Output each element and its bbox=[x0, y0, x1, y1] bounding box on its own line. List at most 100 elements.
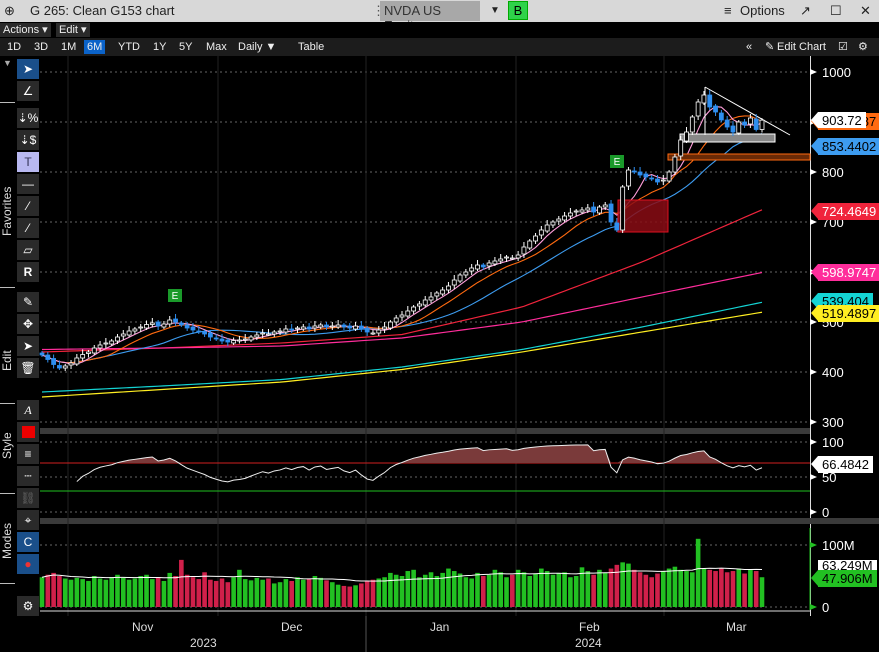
candle-body bbox=[126, 330, 132, 336]
candle-body bbox=[591, 206, 597, 213]
volume-bar bbox=[126, 579, 132, 607]
volume-tag: 47.906M bbox=[811, 570, 877, 587]
ma-pink-value: 598.9747 bbox=[822, 265, 877, 280]
candle bbox=[475, 260, 480, 271]
earnings-marker[interactable]: E bbox=[610, 155, 624, 168]
month-label: Dec bbox=[281, 620, 303, 634]
tick-marker bbox=[810, 369, 817, 375]
volume-bar bbox=[492, 569, 498, 607]
candle bbox=[527, 239, 533, 250]
candle bbox=[446, 282, 451, 293]
volume-bar bbox=[585, 571, 591, 607]
candle-body bbox=[358, 325, 364, 330]
rsi-tick-label: 0 bbox=[822, 505, 829, 520]
candle-body bbox=[149, 322, 155, 325]
candle-body bbox=[573, 210, 579, 213]
candle bbox=[126, 326, 132, 337]
candle-body bbox=[45, 354, 51, 360]
volume-bar bbox=[388, 572, 393, 607]
volume-bar bbox=[231, 577, 236, 607]
candle-body bbox=[608, 203, 614, 223]
volume-bar bbox=[80, 579, 85, 607]
candle-body bbox=[446, 285, 451, 291]
volume-bar bbox=[335, 584, 341, 607]
volume-bar bbox=[597, 569, 602, 607]
volume-bar bbox=[62, 578, 68, 607]
candle bbox=[672, 154, 678, 175]
candle-body bbox=[544, 224, 550, 232]
candle bbox=[370, 330, 376, 335]
candle-body bbox=[637, 171, 643, 176]
volume-bar bbox=[57, 576, 62, 607]
volume-bar bbox=[324, 580, 329, 607]
candle bbox=[684, 127, 689, 143]
earnings-marker-label: E bbox=[614, 157, 621, 168]
candle-body bbox=[649, 177, 655, 180]
volume-bar bbox=[521, 572, 527, 607]
candle-body bbox=[736, 121, 742, 134]
candle bbox=[637, 167, 643, 178]
candle-body bbox=[655, 178, 660, 183]
candle-body bbox=[417, 303, 422, 307]
year-label: 2024 bbox=[575, 636, 602, 650]
candle bbox=[149, 318, 155, 328]
candle bbox=[515, 251, 521, 261]
panel-splitter[interactable] bbox=[40, 518, 879, 524]
volume-bar bbox=[475, 572, 480, 607]
range-box-annotation[interactable] bbox=[679, 133, 776, 143]
candle bbox=[724, 116, 730, 130]
volume-bar bbox=[184, 574, 190, 607]
volume-bar bbox=[370, 579, 376, 607]
candle-body bbox=[660, 179, 666, 182]
candle bbox=[736, 120, 742, 135]
candle-body bbox=[283, 328, 289, 333]
candle bbox=[300, 324, 306, 331]
candle-body bbox=[312, 325, 318, 329]
candle bbox=[91, 345, 97, 355]
earnings-marker[interactable]: E bbox=[168, 289, 182, 302]
candle bbox=[242, 334, 248, 343]
candle-body bbox=[202, 331, 207, 335]
rsi-overbought-fill bbox=[76, 444, 763, 463]
candle-body bbox=[51, 358, 57, 365]
volume-bar bbox=[469, 578, 474, 607]
volume-bar bbox=[510, 574, 515, 607]
candle bbox=[231, 337, 237, 345]
candle bbox=[626, 167, 631, 190]
volume-bar bbox=[411, 569, 416, 607]
candle-body bbox=[289, 328, 295, 331]
candle bbox=[689, 115, 695, 135]
candle-body bbox=[39, 352, 45, 356]
candle bbox=[538, 226, 544, 239]
panel-splitter[interactable] bbox=[40, 428, 810, 434]
candle-body bbox=[190, 326, 196, 331]
candle bbox=[411, 305, 417, 314]
volume-bar bbox=[225, 582, 231, 607]
volume-bar bbox=[68, 579, 74, 607]
volume-bar bbox=[568, 577, 573, 607]
volume-bar bbox=[724, 572, 730, 607]
volume-bar bbox=[434, 576, 440, 607]
candle-body bbox=[689, 116, 695, 133]
candle-body bbox=[475, 264, 480, 270]
volume-bar bbox=[364, 580, 370, 607]
price-chart[interactable]: E E 100500 100M0 30040050060070080090010… bbox=[0, 0, 879, 652]
volume-bar bbox=[208, 579, 213, 607]
tick-marker bbox=[810, 474, 817, 480]
candle bbox=[608, 200, 614, 226]
candle-body bbox=[178, 322, 184, 326]
candle bbox=[417, 301, 422, 310]
candle bbox=[86, 350, 91, 358]
candle-body bbox=[614, 222, 620, 231]
candle-body bbox=[74, 357, 80, 365]
candle-body bbox=[155, 321, 161, 327]
volume-bar bbox=[655, 573, 660, 607]
candle-body bbox=[631, 170, 637, 173]
highlight-box-annotation[interactable] bbox=[617, 199, 669, 233]
volume-bar bbox=[306, 578, 312, 607]
candle bbox=[51, 354, 57, 369]
last-price-value: 903.72 bbox=[822, 113, 862, 128]
resistance-band-annotation[interactable] bbox=[667, 153, 811, 161]
candle bbox=[591, 202, 597, 216]
volume-bar bbox=[341, 585, 347, 607]
